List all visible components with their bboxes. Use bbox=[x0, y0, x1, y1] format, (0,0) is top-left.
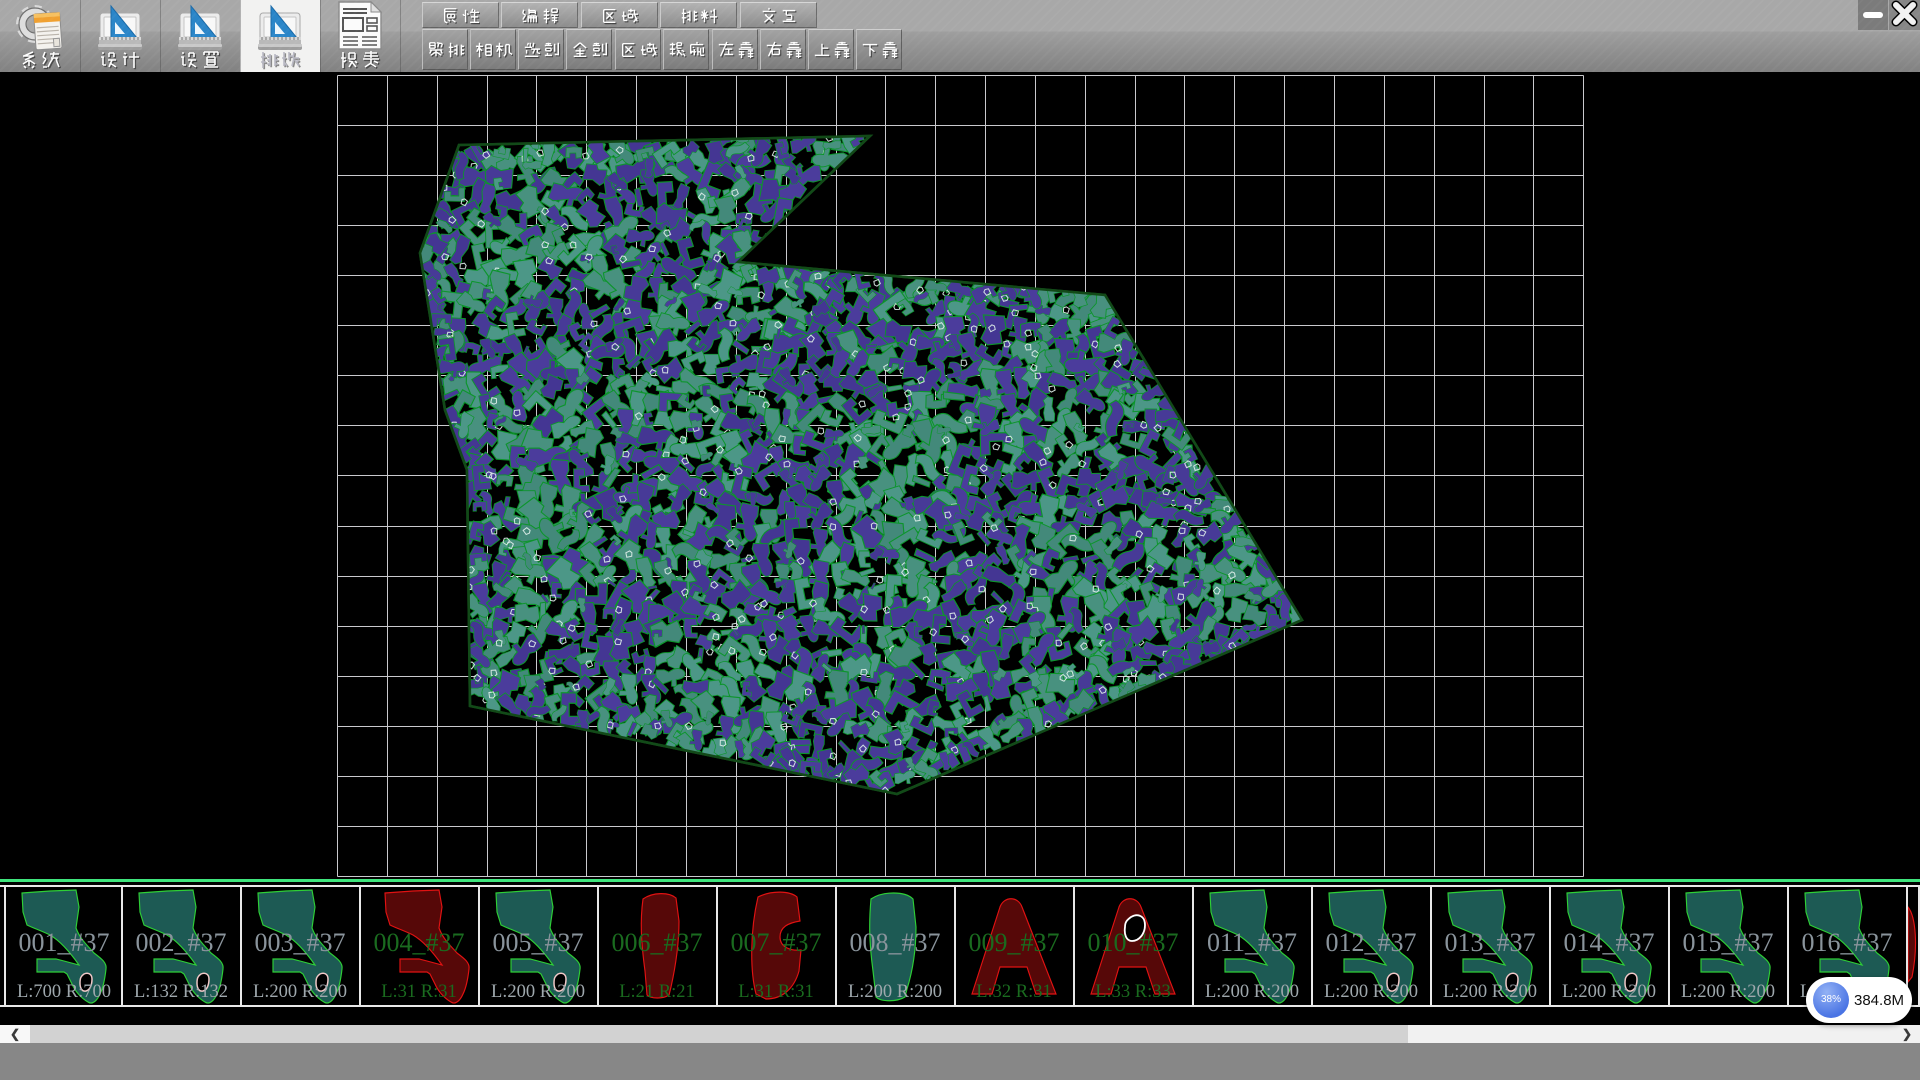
svg-text:001_#37: 001_#37 bbox=[19, 928, 110, 957]
svg-text:015_#37: 015_#37 bbox=[1683, 928, 1774, 957]
svg-text:L:200 R:200: L:200 R:200 bbox=[491, 982, 585, 1002]
svg-text:009_#37: 009_#37 bbox=[969, 928, 1060, 957]
svg-text:L:32 R:31: L:32 R:31 bbox=[976, 982, 1052, 1002]
svg-text:L:200 R:200: L:200 R:200 bbox=[253, 982, 347, 1002]
svg-text:L:700 R:700: L:700 R:700 bbox=[17, 982, 111, 1002]
svg-text:005_#37: 005_#37 bbox=[493, 928, 584, 957]
svg-text:L:21 R:21: L:21 R:21 bbox=[619, 982, 695, 1002]
svg-text:L:132 R:132: L:132 R:132 bbox=[134, 982, 228, 1002]
svg-text:L:200 R:200: L:200 R:200 bbox=[1443, 982, 1537, 1002]
svg-text:013_#37: 013_#37 bbox=[1445, 928, 1536, 957]
svg-text:006_#37: 006_#37 bbox=[612, 928, 703, 957]
svg-text:003_#37: 003_#37 bbox=[255, 928, 346, 957]
svg-text:011_#37: 011_#37 bbox=[1207, 928, 1297, 957]
svg-text:L:33 R:33: L:33 R:33 bbox=[1095, 982, 1171, 1002]
svg-text:010_#37: 010_#37 bbox=[1088, 928, 1179, 957]
svg-text:L:31 R:31: L:31 R:31 bbox=[738, 982, 814, 1002]
svg-text:007_#37: 007_#37 bbox=[731, 928, 822, 957]
svg-text:012_#37: 012_#37 bbox=[1326, 928, 1417, 957]
svg-text:L:31 R:31: L:31 R:31 bbox=[381, 982, 457, 1002]
svg-text:L:200 R:200: L:200 R:200 bbox=[848, 982, 942, 1002]
svg-text:004_#37: 004_#37 bbox=[374, 928, 465, 957]
svg-text:L:200 R:200: L:200 R:200 bbox=[1681, 982, 1775, 1002]
svg-text:L:200 R:200: L:200 R:200 bbox=[1324, 982, 1418, 1002]
svg-text:002_#37: 002_#37 bbox=[136, 928, 227, 957]
svg-text:014_#37: 014_#37 bbox=[1564, 928, 1655, 957]
svg-text:016_#37: 016_#37 bbox=[1802, 928, 1893, 957]
svg-text:L:200 R:200: L:200 R:200 bbox=[1205, 982, 1299, 1002]
svg-text:008_#37: 008_#37 bbox=[850, 928, 941, 957]
svg-text:L:200 R:200: L:200 R:200 bbox=[1562, 982, 1656, 1002]
